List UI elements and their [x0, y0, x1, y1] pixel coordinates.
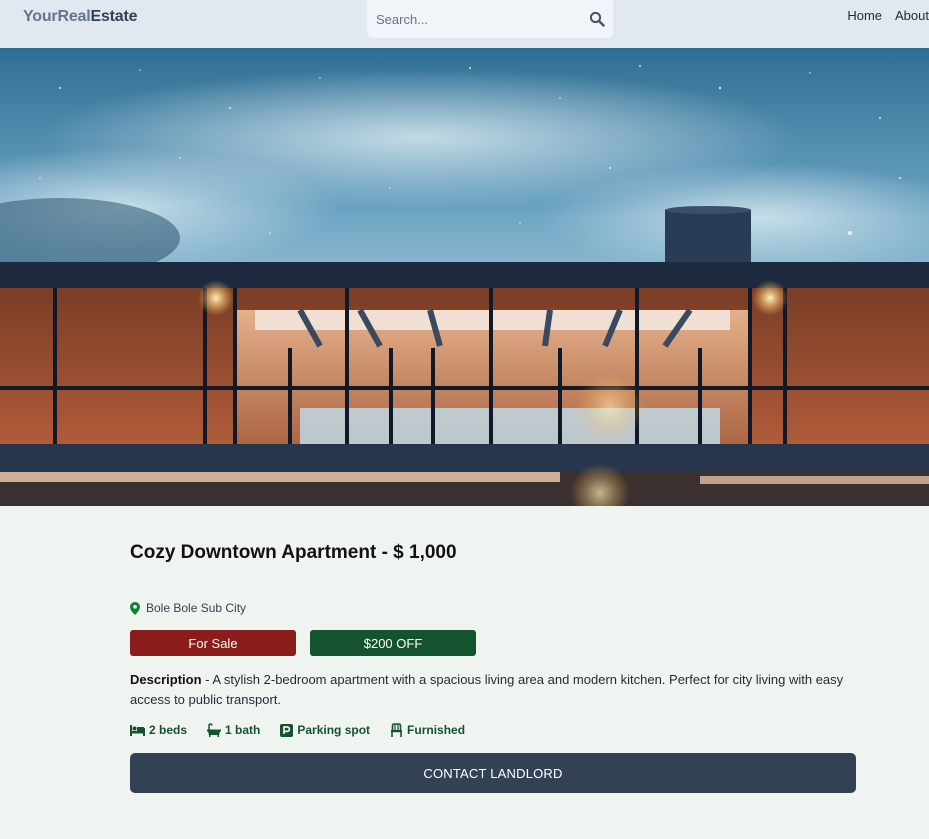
- discount-badge: $200 OFF: [310, 630, 476, 656]
- bed-icon: [130, 724, 145, 736]
- brand-part-2: Estate: [90, 8, 138, 25]
- feature-bath-label: 1 bath: [225, 723, 261, 737]
- nav-home-link[interactable]: Home: [847, 8, 882, 23]
- navbar: YourRealEstate Home About: [0, 0, 929, 48]
- feature-beds: 2 beds: [130, 723, 187, 737]
- parking-icon: [280, 723, 294, 737]
- listing-location: Bole Bole Sub City: [130, 601, 246, 615]
- feature-list: 2 beds 1 bath Parking spot Furnished: [130, 723, 465, 737]
- feature-parking-label: Parking spot: [297, 723, 371, 737]
- contact-landlord-button[interactable]: CONTACT LANDLORD: [130, 753, 856, 793]
- search-input[interactable]: [367, 0, 577, 38]
- bathtub-icon: [207, 723, 222, 737]
- brand-logo[interactable]: YourRealEstate: [23, 8, 137, 26]
- chair-icon: [391, 723, 403, 737]
- description-text: - A stylish 2-bedroom apartment with a s…: [130, 672, 844, 707]
- map-pin-icon: [130, 601, 140, 615]
- feature-bath: 1 bath: [207, 723, 260, 737]
- property-hero-image: [0, 48, 929, 506]
- description-label: Description: [130, 672, 202, 687]
- search-box: [367, 0, 613, 38]
- nav-about-link[interactable]: About: [895, 8, 929, 23]
- magnifier-icon[interactable]: [589, 11, 605, 27]
- listing-title: Cozy Downtown Apartment - $ 1,000: [130, 542, 457, 563]
- feature-furnished-label: Furnished: [407, 723, 466, 737]
- brand-part-1: YourReal: [23, 8, 91, 25]
- status-badge: For Sale: [130, 630, 296, 656]
- feature-parking: Parking spot: [280, 723, 370, 737]
- nav-links: Home About: [847, 8, 929, 23]
- feature-furnished: Furnished: [390, 723, 465, 737]
- listing-description: Description - A stylish 2-bedroom apartm…: [130, 670, 856, 710]
- location-text: Bole Bole Sub City: [146, 601, 247, 615]
- listing-badges: For Sale $200 OFF: [130, 630, 476, 656]
- feature-beds-label: 2 beds: [149, 723, 188, 737]
